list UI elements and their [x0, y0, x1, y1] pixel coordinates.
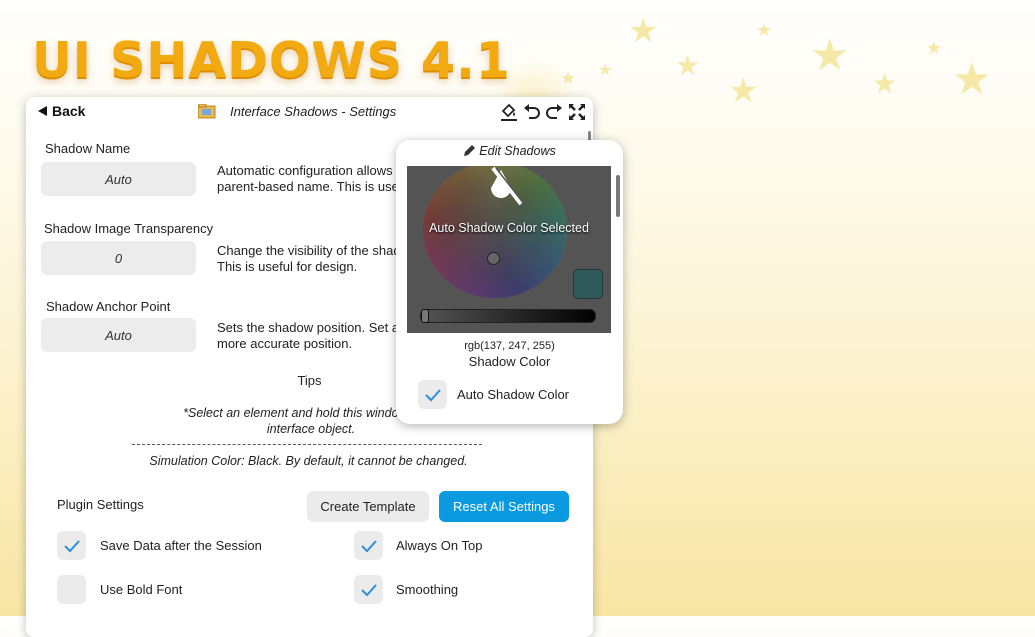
paint-bucket-icon[interactable] [499, 102, 519, 122]
back-button[interactable]: Back [38, 103, 85, 119]
star-icon: ★ [598, 60, 613, 79]
slider-knob[interactable] [421, 309, 429, 323]
redo-icon[interactable] [544, 102, 564, 122]
anchor-label: Shadow Anchor Point [46, 299, 171, 314]
shadow-name-label: Shadow Name [45, 141, 131, 156]
auto-shadow-color-checkbox[interactable] [418, 380, 447, 409]
color-swatch [573, 269, 603, 299]
anchor-field[interactable]: Auto [41, 318, 196, 352]
bold-font-label: Use Bold Font [100, 582, 183, 597]
star-icon: ★ [756, 20, 773, 41]
popup-scrollbar[interactable] [616, 175, 620, 217]
desc-line: Sets the shadow position. Set a [217, 320, 397, 335]
desc-line: more accurate position. [217, 336, 353, 351]
star-icon: ★ [810, 30, 850, 81]
star-icon: ★ [675, 49, 701, 82]
checkmark-icon [424, 388, 441, 401]
transparency-field[interactable]: 0 [41, 241, 196, 275]
star-icon: ★ [926, 38, 943, 59]
checkmark-icon [360, 539, 377, 552]
rgb-value: rgb(137, 247, 255) [464, 340, 555, 352]
popup-title-text: Edit Shadows [479, 144, 556, 158]
brightness-slider[interactable] [420, 309, 596, 323]
simulation-note: Simulation Color: Black. By default, it … [149, 454, 468, 468]
bold-font-checkbox[interactable] [57, 575, 86, 604]
star-icon: ★ [628, 11, 659, 51]
back-arrow-icon [38, 106, 47, 116]
color-picker[interactable]: Auto Shadow Color Selected [407, 166, 611, 333]
create-template-button[interactable]: Create Template [307, 491, 429, 522]
window-topbar: Back Interface Shadows - Settings [26, 97, 593, 127]
transparency-desc: Change the visibility of the shad This i… [217, 243, 397, 275]
smoothing-label: Smoothing [396, 582, 459, 597]
desc-line: This is useful for design. [217, 259, 358, 274]
desc-line: Automatic configuration allows [217, 163, 393, 178]
no-paint-icon [491, 166, 525, 206]
auto-shadow-color-label: Auto Shadow Color [457, 387, 570, 402]
anchor-desc: Sets the shadow position. Set a more acc… [217, 320, 397, 352]
shadow-name-field[interactable]: Auto [41, 162, 196, 196]
plugin-settings-label: Plugin Settings [57, 497, 144, 512]
app-title: UI SHADOWS 4.1 [32, 32, 511, 89]
smoothing-checkbox[interactable] [354, 575, 383, 604]
reset-all-settings-button[interactable]: Reset All Settings [439, 491, 569, 522]
always-on-top-checkbox[interactable] [354, 531, 383, 560]
star-icon: ★ [728, 71, 759, 111]
undo-icon[interactable] [522, 102, 542, 122]
checkmark-icon [63, 539, 80, 552]
back-label: Back [52, 103, 86, 119]
folder-icon [198, 104, 216, 119]
auto-color-text: Auto Shadow Color Selected [429, 221, 589, 235]
desc-line: parent-based name. This is use [217, 179, 397, 194]
pencil-icon [464, 145, 476, 156]
wheel-cursor[interactable] [487, 252, 500, 265]
edit-shadows-popup: Edit Shadows Auto Shadow Color Selected … [396, 140, 623, 424]
save-data-checkbox[interactable] [57, 531, 86, 560]
shadow-color-label: Shadow Color [468, 354, 551, 369]
star-icon: ★ [872, 67, 898, 100]
desc-line: Change the visibility of the shad [217, 243, 397, 258]
always-on-top-label: Always On Top [396, 538, 483, 553]
checkmark-icon [360, 583, 377, 596]
window-title: Interface Shadows - Settings [230, 104, 397, 119]
star-icon: ★ [560, 68, 577, 89]
star-icon: ★ [952, 54, 992, 105]
divider [132, 444, 482, 445]
popup-title: Edit Shadows [396, 144, 623, 158]
expand-icon[interactable] [567, 102, 587, 122]
transparency-label: Shadow Image Transparency [44, 221, 214, 236]
save-data-label: Save Data after the Session [100, 538, 262, 553]
shadow-name-desc: Automatic configuration allows parent-ba… [217, 163, 397, 195]
